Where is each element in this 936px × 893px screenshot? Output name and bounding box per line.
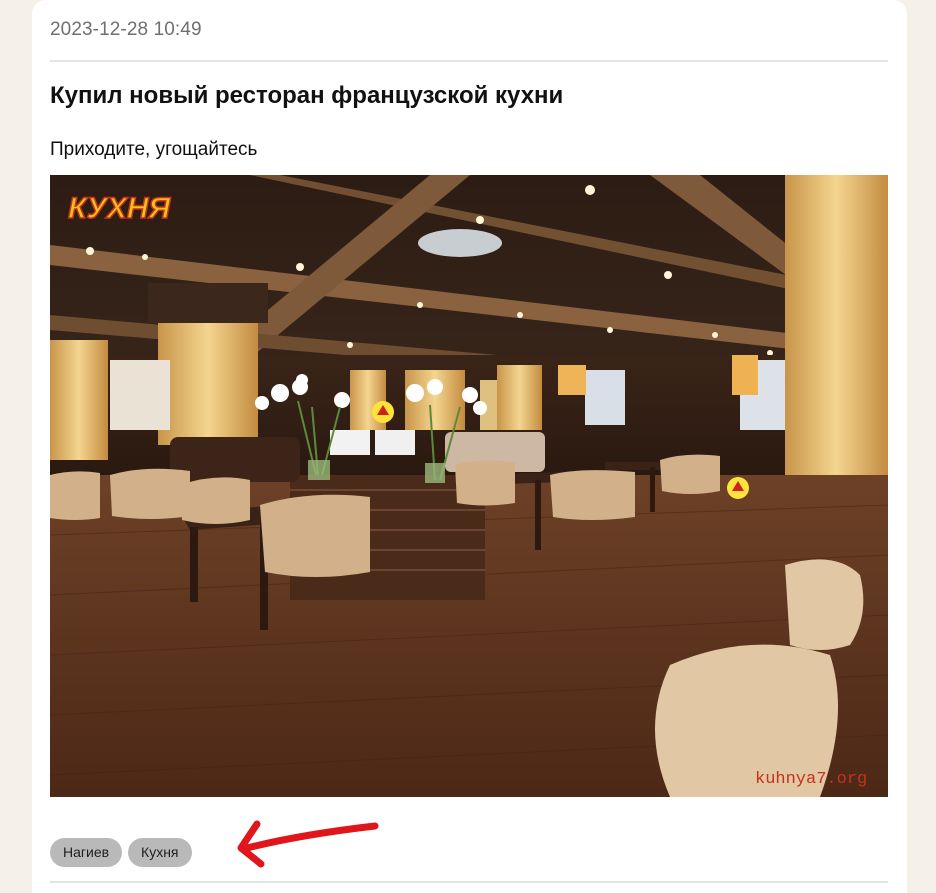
restaurant-photo: КУХНЯ kuhnya7.org <box>50 175 888 797</box>
post-title: Купил новый ресторан французской кухни <box>50 82 564 109</box>
image-watermark: kuhnya7.org <box>755 770 867 789</box>
divider <box>50 60 888 62</box>
tag-list: Нагиев Кухня <box>50 838 192 867</box>
post-image[interactable]: КУХНЯ kuhnya7.org <box>50 175 888 797</box>
post-timestamp: 2023-12-28 10:49 <box>50 19 202 40</box>
tag-kukhnya[interactable]: Кухня <box>128 838 192 867</box>
red-arrow-annotation <box>237 820 379 868</box>
post-card: 2023-12-28 10:49 Купил новый ресторан фр… <box>32 0 907 893</box>
divider <box>50 881 888 883</box>
image-logo: КУХНЯ <box>68 192 171 225</box>
tag-nagiev[interactable]: Нагиев <box>50 838 123 867</box>
post-body: Приходите, угощайтесь <box>50 139 258 160</box>
